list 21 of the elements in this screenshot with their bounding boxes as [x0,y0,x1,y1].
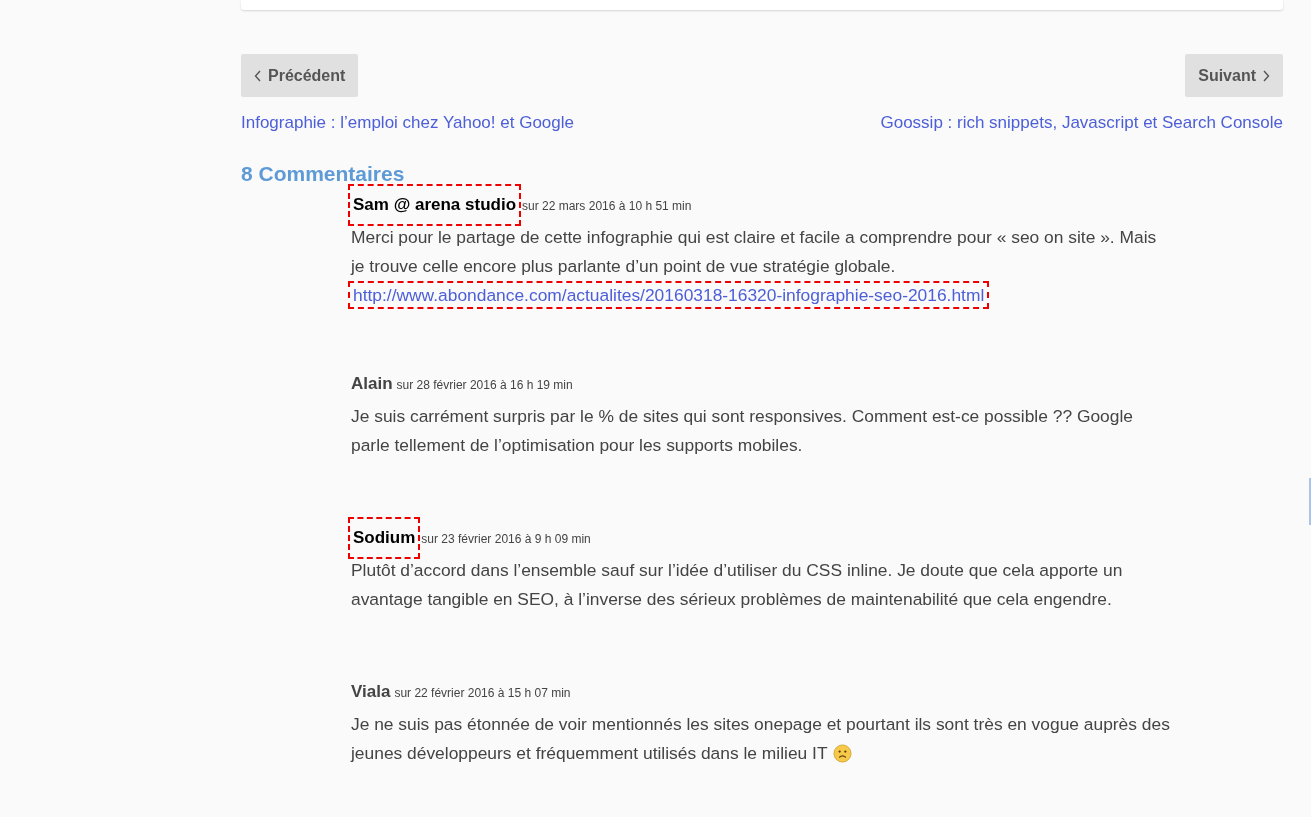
previous-button[interactable]: Précédent [241,54,359,97]
comment-author: Viala [351,681,391,703]
comment-date: sur 22 février 2016 à 15 h 07 min [394,685,571,702]
scroll-indicator [1309,478,1311,525]
comment-author: Alain [351,373,393,395]
comment-text: Je suis carrément surpris par le % de sites qui sont responsives. Comment est-ce possible ?? Google parle tellement de l’optimisation pour les supports mobiles. [351,405,1134,457]
comment-date: sur 28 février 2016 à 16 h 19 min [396,377,573,394]
comments-heading: 8 Commentaires [241,161,406,187]
previous-post-link[interactable]: Infographie : l’emploi chez Yahoo! et Google [241,113,574,133]
next-button[interactable]: Suivant [1185,54,1283,97]
chevron-right-icon [1262,69,1270,82]
next-post-link[interactable]: Goossip : rich snippets, Javascript et Search Console [880,113,1283,133]
comment-author-link[interactable]: Sam @ arena studio [351,187,518,223]
comment-date: sur 23 février 2016 à 9 h 09 min [421,531,591,548]
comment-author-link[interactable]: Sodium [351,520,418,556]
comment-link[interactable]: http://www.abondance.com/actualites/20160318-16320-infographie-seo-2016.html [351,284,987,306]
comment-text: Plutôt d’accord dans l’ensemble sauf sur l’idée d’utiliser du CSS inline. Je doute que cela apporte un avantage tangible en SEO, à l’inverse des sérieux problèmes de maintenabilité que cela engendre. [351,559,1124,611]
comment-text: Merci pour le partage de cette infographie qui est claire et facile a comprendre pour « seo on site ». Mais je trouve celle encore plus parlante d’un point de vue stratégie globale. [351,226,1158,278]
comment-text: Je ne suis pas étonnée de voir mentionnés les sites onepage et pourtant ils sont très en vogue auprès des jeunes développeurs et fréquemment utilisés dans le milieu IT [351,713,1171,765]
chevron-left-icon [254,69,262,82]
comment-date: sur 22 mars 2016 à 10 h 51 min [522,198,692,215]
